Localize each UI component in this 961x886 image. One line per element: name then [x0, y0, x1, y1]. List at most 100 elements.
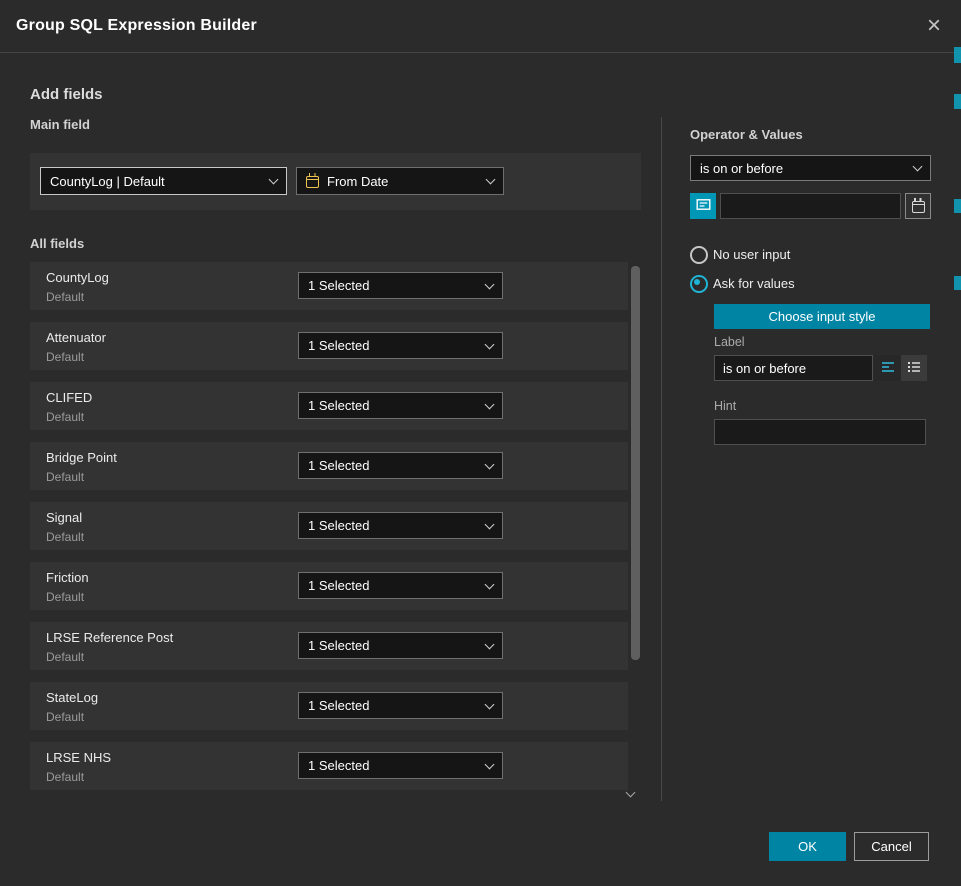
field-name: Friction — [46, 570, 89, 585]
field-row-text: Signal Default — [46, 510, 84, 544]
underlying-ui-artifact — [954, 47, 961, 63]
cancel-button[interactable]: Cancel — [854, 832, 929, 861]
value-input[interactable] — [720, 193, 901, 219]
scrollbar-down-icon[interactable] — [626, 788, 636, 798]
field-row-text: LRSE NHS Default — [46, 750, 111, 784]
field-row: LRSE NHS Default 1 Selected — [30, 742, 628, 790]
field-sublabel: Default — [46, 470, 117, 484]
layer-select-value: CountyLog | Default — [50, 174, 165, 189]
layer-select[interactable]: CountyLog | Default — [40, 167, 287, 195]
field-row: CLIFED Default 1 Selected — [30, 382, 628, 430]
chevron-down-icon — [913, 162, 923, 172]
field-list-icon — [696, 197, 711, 215]
ok-button[interactable]: OK — [769, 832, 846, 861]
date-picker-button[interactable] — [905, 193, 931, 219]
field-values-select[interactable]: 1 Selected — [298, 572, 503, 599]
date-field-select[interactable]: From Date — [296, 167, 504, 195]
field-name: LRSE Reference Post — [46, 630, 173, 645]
field-values-select[interactable]: 1 Selected — [298, 752, 503, 779]
field-sublabel: Default — [46, 710, 98, 724]
align-left-icon — [881, 360, 895, 377]
field-row-text: Attenuator Default — [46, 330, 106, 364]
field-row: Signal Default 1 Selected — [30, 502, 628, 550]
underlying-ui-artifact — [954, 94, 961, 109]
calendar-icon — [912, 201, 925, 213]
close-icon: × — [927, 12, 941, 39]
field-row: CountyLog Default 1 Selected — [30, 262, 628, 310]
hint-input[interactable] — [714, 419, 926, 445]
hint-caption: Hint — [714, 399, 736, 413]
chevron-down-icon — [485, 699, 495, 709]
chevron-down-icon — [485, 459, 495, 469]
group-sql-expression-builder-dialog: { "colors": { "accent_teal": "#0084A4", … — [0, 0, 961, 886]
field-name: Bridge Point — [46, 450, 117, 465]
field-row: LRSE Reference Post Default 1 Selected — [30, 622, 628, 670]
list-icon — [907, 360, 921, 377]
label-input[interactable] — [714, 355, 873, 381]
field-name: Attenuator — [46, 330, 106, 345]
field-name: LRSE NHS — [46, 750, 111, 765]
field-row: Bridge Point Default 1 Selected — [30, 442, 628, 490]
field-row-text: LRSE Reference Post Default — [46, 630, 173, 664]
chevron-down-icon — [269, 175, 279, 185]
text-input-style-button[interactable] — [874, 355, 901, 381]
close-button[interactable]: × — [923, 14, 945, 38]
field-values-select[interactable]: 1 Selected — [298, 332, 503, 359]
field-values-select[interactable]: 1 Selected — [298, 632, 503, 659]
all-fields-label: All fields — [30, 236, 84, 251]
field-sublabel: Default — [46, 410, 92, 424]
dialog-titlebar: Group SQL Expression Builder × — [0, 0, 961, 53]
field-sublabel: Default — [46, 770, 111, 784]
underlying-ui-artifact — [954, 276, 961, 290]
field-name: StateLog — [46, 690, 98, 705]
field-values-select[interactable]: 1 Selected — [298, 512, 503, 539]
chevron-down-icon — [485, 399, 495, 409]
radio-no-user-input[interactable] — [690, 246, 708, 264]
chevron-down-icon — [485, 759, 495, 769]
field-name: CountyLog — [46, 270, 109, 285]
underlying-ui-artifact — [954, 199, 961, 213]
field-sublabel: Default — [46, 290, 109, 304]
chevron-down-icon — [486, 175, 496, 185]
main-field-panel: CountyLog | Default From Date — [30, 153, 641, 210]
vertical-divider — [661, 117, 662, 801]
field-values-select[interactable]: 1 Selected — [298, 692, 503, 719]
radio-ask-for-values[interactable] — [690, 275, 708, 293]
field-sublabel: Default — [46, 650, 173, 664]
calendar-icon — [306, 176, 319, 188]
label-caption: Label — [714, 335, 745, 349]
field-values-select[interactable]: 1 Selected — [298, 272, 503, 299]
chevron-down-icon — [485, 279, 495, 289]
field-row: StateLog Default 1 Selected — [30, 682, 628, 730]
list-input-style-button[interactable] — [901, 355, 927, 381]
field-row-text: Bridge Point Default — [46, 450, 117, 484]
field-name: CLIFED — [46, 390, 92, 405]
chevron-down-icon — [485, 579, 495, 589]
field-row: Friction Default 1 Selected — [30, 562, 628, 610]
chevron-down-icon — [485, 339, 495, 349]
field-sublabel: Default — [46, 530, 84, 544]
operator-select-value: is on or before — [700, 161, 783, 176]
field-row: Attenuator Default 1 Selected — [30, 322, 628, 370]
date-field-select-value: From Date — [327, 174, 388, 189]
chevron-down-icon — [485, 519, 495, 529]
dialog-title: Group SQL Expression Builder — [16, 17, 257, 35]
list-scrollbar-thumb[interactable] — [631, 266, 640, 660]
operator-values-label: Operator & Values — [690, 127, 803, 142]
field-values-select[interactable]: 1 Selected — [298, 452, 503, 479]
radio-ask-for-values-label: Ask for values — [713, 276, 795, 291]
field-sublabel: Default — [46, 350, 106, 364]
field-name: Signal — [46, 510, 84, 525]
field-row-text: Friction Default — [46, 570, 89, 604]
field-sublabel: Default — [46, 590, 89, 604]
field-values-select[interactable]: 1 Selected — [298, 392, 503, 419]
radio-no-user-input-label: No user input — [713, 247, 790, 262]
operator-select[interactable]: is on or before — [690, 155, 931, 181]
field-row-text: CLIFED Default — [46, 390, 92, 424]
chevron-down-icon — [485, 639, 495, 649]
field-row-text: CountyLog Default — [46, 270, 109, 304]
choose-input-style-button[interactable]: Choose input style — [714, 304, 930, 329]
main-field-label: Main field — [30, 117, 90, 132]
field-row-text: StateLog Default — [46, 690, 98, 724]
value-type-button[interactable] — [690, 193, 716, 219]
